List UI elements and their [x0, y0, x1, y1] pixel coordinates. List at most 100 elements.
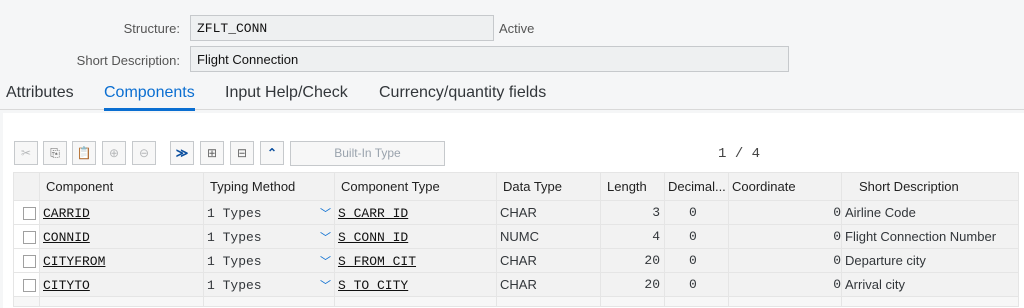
- data-type-cell[interactable]: CHAR: [496, 200, 601, 225]
- tab-strip: Attributes Components Input Help/Check C…: [0, 80, 1024, 111]
- cut-icon[interactable]: ✂: [14, 141, 38, 165]
- component-link[interactable]: CARRID: [43, 206, 90, 221]
- scroll-bottom-icon[interactable]: ≫: [170, 141, 194, 165]
- empty-cell: [600, 296, 665, 307]
- table-row[interactable]: CONNID 1 Types ﹀ S_CONN_ID NUMC 4 0 0 Fli…: [13, 224, 1019, 249]
- chevron-down-icon[interactable]: ﹀: [320, 229, 334, 245]
- length-cell[interactable]: 20: [600, 248, 665, 273]
- component-type-cell[interactable]: S_TO_CITY: [334, 272, 497, 297]
- row-selector[interactable]: [13, 200, 40, 225]
- coordinate-cell[interactable]: 0: [728, 200, 842, 225]
- row-checkbox[interactable]: [23, 207, 36, 221]
- short-description-field[interactable]: Flight Connection: [190, 46, 789, 72]
- insert-row-icon[interactable]: ⊕: [102, 141, 126, 165]
- col-data-type[interactable]: Data Type: [496, 172, 601, 201]
- row-checkbox[interactable]: [23, 231, 36, 245]
- pager-total: 4: [751, 146, 761, 162]
- length-cell[interactable]: 3: [600, 200, 665, 225]
- table-row[interactable]: CITYTO 1 Types ﹀ S_TO_CITY CHAR 20 0 0 Ar…: [13, 272, 1019, 297]
- row-selector[interactable]: [13, 248, 40, 273]
- component-link[interactable]: CITYTO: [43, 278, 90, 293]
- length-cell[interactable]: 20: [600, 272, 665, 297]
- typing-method-cell[interactable]: 1 Types ﹀: [203, 200, 335, 225]
- component-type-link[interactable]: S_TO_CITY: [338, 278, 408, 293]
- typing-method-value: 1 Types: [207, 205, 262, 221]
- component-cell[interactable]: CONNID: [39, 224, 204, 249]
- col-coordinate[interactable]: Coordinate: [728, 172, 842, 201]
- empty-cell: [841, 296, 1019, 307]
- select-all-header[interactable]: [13, 172, 40, 201]
- col-typing-method[interactable]: Typing Method: [203, 172, 335, 201]
- col-short-description[interactable]: Short Description: [841, 172, 1019, 201]
- short-description-cell[interactable]: Departure city: [841, 248, 1019, 273]
- row-checkbox[interactable]: [23, 255, 36, 269]
- typing-method-cell[interactable]: 1 Types ﹀: [203, 224, 335, 249]
- component-link[interactable]: CONNID: [43, 230, 90, 245]
- component-type-link[interactable]: S_FROM_CIT: [338, 254, 416, 269]
- table-row[interactable]: CITYFROM 1 Types ﹀ S_FROM_CIT CHAR 20 0 0…: [13, 248, 1019, 273]
- data-type-cell[interactable]: NUMC: [496, 224, 601, 249]
- component-type-link[interactable]: S_CONN_ID: [338, 230, 408, 245]
- chevron-down-icon[interactable]: ﹀: [320, 277, 334, 293]
- chevron-down-icon[interactable]: ﹀: [320, 205, 334, 221]
- tab-attributes[interactable]: Attributes: [6, 84, 74, 102]
- typing-method-cell[interactable]: 1 Types ﹀: [203, 248, 335, 273]
- pager: 1 / 4: [718, 146, 760, 162]
- component-cell[interactable]: CITYFROM: [39, 248, 204, 273]
- col-component[interactable]: Component: [39, 172, 204, 201]
- table-row[interactable]: CARRID 1 Types ﹀ S_CARR_ID CHAR 3 0 0 Air…: [13, 200, 1019, 225]
- data-type-cell[interactable]: CHAR: [496, 248, 601, 273]
- short-description-cell[interactable]: Arrival city: [841, 272, 1019, 297]
- components-table: Component Typing Method Component Type D…: [13, 172, 1019, 307]
- row-checkbox[interactable]: [23, 279, 36, 293]
- empty-cell: [203, 296, 335, 307]
- component-type-cell[interactable]: S_FROM_CIT: [334, 248, 497, 273]
- coordinate-cell[interactable]: 0: [728, 224, 842, 249]
- length-cell[interactable]: 4: [600, 224, 665, 249]
- scroll-next-icon[interactable]: ⊞: [200, 141, 224, 165]
- built-in-type-button[interactable]: Built-In Type: [290, 141, 445, 166]
- paste-icon[interactable]: 📋: [72, 141, 96, 165]
- component-link[interactable]: CITYFROM: [43, 254, 105, 269]
- data-type-cell[interactable]: CHAR: [496, 272, 601, 297]
- short-description-cell[interactable]: Flight Connection Number: [841, 224, 1019, 249]
- component-type-cell[interactable]: S_CONN_ID: [334, 224, 497, 249]
- coordinate-cell[interactable]: 0: [728, 272, 842, 297]
- decimals-cell[interactable]: 0: [664, 248, 729, 273]
- empty-cell: [334, 296, 497, 307]
- coordinate-cell[interactable]: 0: [728, 248, 842, 273]
- tab-currency-quantity-fields[interactable]: Currency/quantity fields: [379, 84, 546, 102]
- empty-cell: [496, 296, 601, 307]
- tab-input-help-check[interactable]: Input Help/Check: [225, 84, 348, 102]
- typing-method-cell[interactable]: 1 Types ﹀: [203, 272, 335, 297]
- component-cell[interactable]: CITYTO: [39, 272, 204, 297]
- scroll-prev-icon[interactable]: ⊟: [230, 141, 254, 165]
- row-selector[interactable]: [13, 224, 40, 249]
- component-type-cell[interactable]: S_CARR_ID: [334, 200, 497, 225]
- pager-current: 1: [718, 146, 727, 162]
- decimals-cell[interactable]: 0: [664, 224, 729, 249]
- copy-icon[interactable]: ⎘: [43, 141, 67, 165]
- scroll-top-icon[interactable]: ⌃: [260, 141, 284, 165]
- col-decimals[interactable]: Decimal...: [664, 172, 729, 201]
- status-text: Active: [499, 21, 535, 36]
- empty-cell: [39, 296, 204, 307]
- pager-separator: /: [734, 146, 744, 162]
- tab-components[interactable]: Components: [104, 84, 195, 111]
- short-description-cell[interactable]: Airline Code: [841, 200, 1019, 225]
- decimals-cell[interactable]: 0: [664, 200, 729, 225]
- structure-field[interactable]: ZFLT_CONN: [190, 15, 494, 41]
- typing-method-value: 1 Types: [207, 229, 262, 245]
- row-selector[interactable]: [13, 272, 40, 297]
- component-cell[interactable]: CARRID: [39, 200, 204, 225]
- decimals-cell[interactable]: 0: [664, 272, 729, 297]
- chevron-down-icon[interactable]: ﹀: [320, 253, 334, 269]
- typing-method-value: 1 Types: [207, 253, 262, 269]
- col-length[interactable]: Length: [600, 172, 665, 201]
- component-type-link[interactable]: S_CARR_ID: [338, 206, 408, 221]
- row-selector[interactable]: [13, 296, 40, 307]
- table-header-row: Component Typing Method Component Type D…: [13, 172, 1019, 201]
- delete-row-icon[interactable]: ⊖: [132, 141, 156, 165]
- col-component-type[interactable]: Component Type: [334, 172, 497, 201]
- empty-cell: [728, 296, 842, 307]
